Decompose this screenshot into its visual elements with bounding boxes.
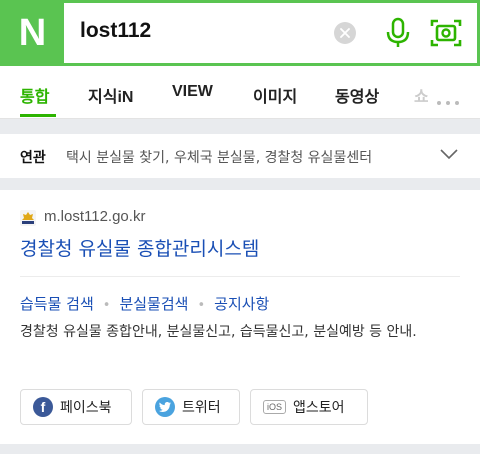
facebook-label: 페이스북 [60, 400, 112, 416]
tab-view[interactable]: VIEW [172, 83, 213, 101]
naver-logo[interactable]: N [0, 0, 64, 66]
tab-shopping[interactable]: 쇼 [414, 83, 428, 107]
facebook-icon: f [33, 397, 53, 417]
appstore-button[interactable]: iOS 앱스토어 [250, 389, 368, 425]
related-terms[interactable]: 택시 분실물 찾기, 우체국 분실물, 경찰청 유실물센터 [66, 147, 372, 167]
related-label: 연관 [20, 150, 46, 166]
sublink-notices[interactable]: 공지사항 [214, 295, 269, 313]
result-site-url[interactable]: m.lost112.go.kr [44, 208, 145, 225]
search-tabs: 통합 지식iN VIEW 이미지 동영상 쇼 [0, 66, 480, 119]
tab-images[interactable]: 이미지 [253, 83, 297, 107]
more-tabs-icon[interactable] [437, 90, 464, 109]
logo-letter: N [18, 11, 46, 54]
tab-videos[interactable]: 동영상 [335, 83, 379, 107]
twitter-icon [155, 397, 175, 417]
appstore-label: 앱스토어 [293, 400, 345, 416]
chevron-down-icon[interactable] [440, 148, 458, 160]
sublink-found-items[interactable]: 습득물 검색 [20, 295, 94, 313]
search-input[interactable]: lost112 [64, 3, 477, 63]
result-title[interactable]: 경찰청 유실물 종합관리시스템 [20, 234, 259, 261]
result-sublinks: 습득물 검색 • 분실물검색 • 공지사항 [20, 295, 270, 313]
police-badge-icon [20, 210, 36, 226]
sublink-lost-items[interactable]: 분실물검색 [119, 295, 188, 313]
clear-icon[interactable] [334, 22, 356, 44]
result-description: 경찰청 유실물 종합안내, 분실물신고, 습득물신고, 분실예방 등 안내. [20, 324, 417, 340]
search-header: N lost112 [0, 0, 480, 66]
divider [20, 276, 460, 277]
related-searches: 연관 택시 분실물 찾기, 우체국 분실물, 경찰청 유실물센터 [0, 134, 480, 178]
tab-integrated[interactable]: 통합 [20, 83, 49, 107]
lens-icon[interactable] [430, 18, 462, 48]
tab-knowledge-in[interactable]: 지식iN [88, 83, 133, 107]
ios-badge-icon: iOS [263, 400, 287, 414]
twitter-label: 트위터 [182, 400, 221, 416]
facebook-button[interactable]: f 페이스북 [20, 389, 132, 425]
microphone-icon[interactable] [384, 17, 412, 49]
active-tab-indicator [20, 114, 56, 117]
search-result-card: m.lost112.go.kr 경찰청 유실물 종합관리시스템 습득물 검색 • 분… [0, 190, 480, 444]
twitter-button[interactable]: 트위터 [142, 389, 240, 425]
search-query[interactable]: lost112 [80, 19, 151, 43]
